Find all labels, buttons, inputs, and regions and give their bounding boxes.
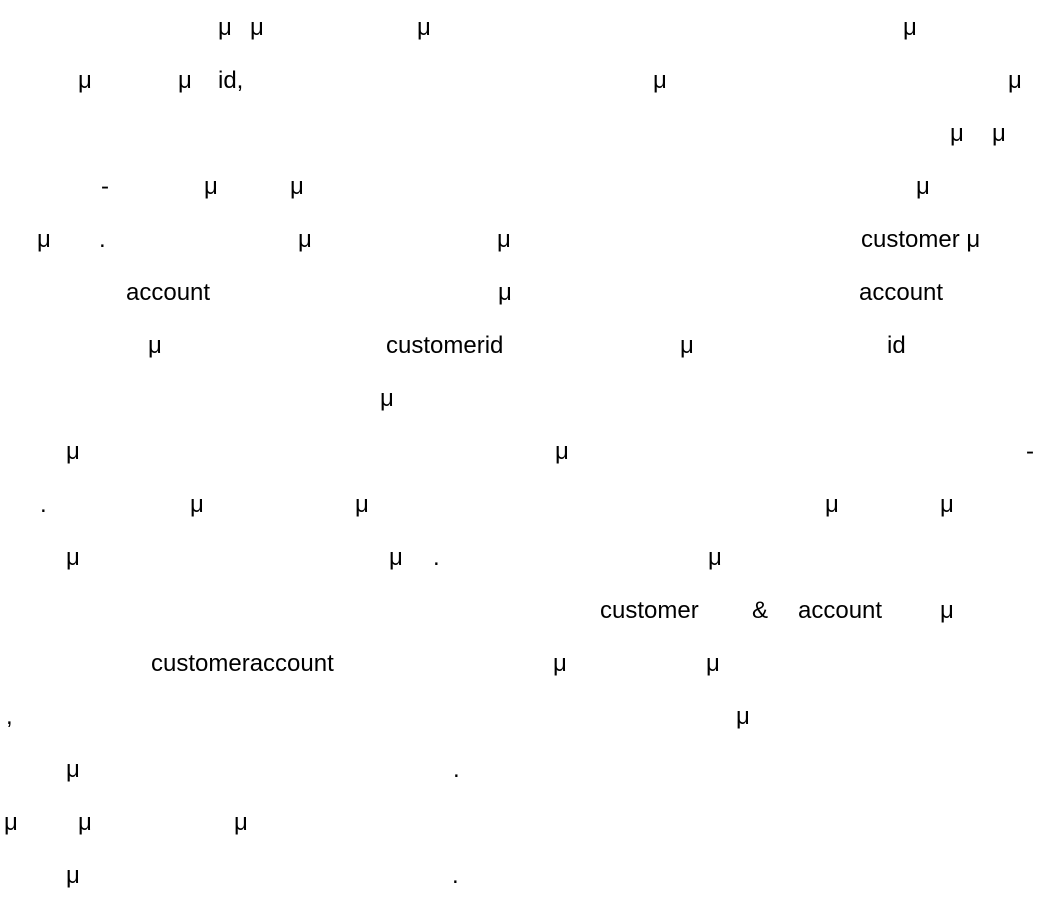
text-fragment: μ bbox=[497, 226, 511, 253]
text-fragment: μ bbox=[218, 14, 232, 41]
text-fragment: μ bbox=[66, 438, 80, 465]
text-fragment: - bbox=[1026, 438, 1034, 465]
text-fragment: μ bbox=[66, 756, 80, 783]
text-fragment: μ bbox=[389, 544, 403, 571]
text-fragment: id, bbox=[218, 67, 244, 94]
text-line: μ bbox=[0, 379, 1040, 419]
text-fragment: account bbox=[798, 597, 883, 624]
text-fragment: μ bbox=[178, 67, 192, 94]
text-fragment: account bbox=[859, 279, 944, 306]
text-fragment: μ bbox=[148, 332, 162, 359]
text-fragment: μ bbox=[290, 173, 304, 200]
text-line: μ customerid μ id bbox=[0, 326, 1040, 366]
text-fragment: μ bbox=[298, 226, 312, 253]
text-fragment: μ bbox=[498, 279, 512, 306]
text-line: - μ μ μ bbox=[0, 167, 1040, 207]
text-fragment: μ bbox=[680, 332, 694, 359]
text-line: μ μ μ μ bbox=[0, 8, 1040, 48]
text-fragment: μ bbox=[708, 544, 722, 571]
text-fragment: μ bbox=[204, 173, 218, 200]
text-line: customeraccount μ μ bbox=[0, 644, 1040, 684]
text-fragment: customerid bbox=[386, 332, 504, 359]
text-fragment: μ bbox=[4, 809, 18, 836]
text-fragment: & bbox=[752, 597, 769, 624]
text-line: μ μ μ bbox=[0, 803, 1040, 843]
text-fragment: μ bbox=[553, 650, 567, 677]
text-fragment: μ bbox=[706, 650, 720, 677]
text-line: , μ bbox=[0, 697, 1040, 737]
document-page: μ μ μ μ μ μ id, μ μ μ μ - μ μ μ μ . μ μ … bbox=[0, 0, 1040, 923]
text-fragment: , bbox=[6, 703, 13, 730]
text-line: μ μ bbox=[0, 114, 1040, 154]
text-fragment: . bbox=[452, 862, 459, 889]
text-fragment: account bbox=[126, 279, 211, 306]
text-fragment: μ bbox=[355, 491, 369, 518]
text-line: account μ account bbox=[0, 273, 1040, 313]
text-fragment: μ bbox=[190, 491, 204, 518]
text-fragment: . bbox=[99, 226, 106, 253]
text-line: . μ μ μ μ bbox=[0, 485, 1040, 525]
text-fragment: μ bbox=[78, 67, 92, 94]
text-fragment: μ bbox=[78, 809, 92, 836]
text-fragment: id bbox=[887, 332, 906, 359]
text-fragment: μ bbox=[417, 14, 431, 41]
text-fragment: μ bbox=[555, 438, 569, 465]
text-fragment: μ bbox=[950, 120, 964, 147]
text-fragment: μ bbox=[66, 544, 80, 571]
text-fragment: - bbox=[101, 173, 109, 200]
text-fragment: μ bbox=[234, 809, 248, 836]
text-fragment: . bbox=[433, 544, 440, 571]
text-fragment: μ bbox=[1008, 67, 1022, 94]
text-fragment: μ bbox=[250, 14, 264, 41]
text-fragment: customer μ bbox=[861, 226, 981, 253]
text-fragment: μ bbox=[736, 703, 750, 730]
text-line: μ μ - bbox=[0, 432, 1040, 472]
text-fragment: μ bbox=[940, 491, 954, 518]
text-fragment: customeraccount bbox=[151, 650, 334, 677]
text-fragment: μ bbox=[825, 491, 839, 518]
text-line: μ μ id, μ μ bbox=[0, 61, 1040, 101]
text-fragment: . bbox=[40, 491, 47, 518]
text-fragment: . bbox=[453, 756, 460, 783]
text-fragment: μ bbox=[992, 120, 1006, 147]
text-fragment: μ bbox=[37, 226, 51, 253]
text-fragment: μ bbox=[916, 173, 930, 200]
text-fragment: μ bbox=[66, 862, 80, 889]
text-fragment: μ bbox=[653, 67, 667, 94]
text-fragment: μ bbox=[940, 597, 954, 624]
text-fragment: customer bbox=[600, 597, 699, 624]
text-line: customer & account μ bbox=[0, 591, 1040, 631]
text-line: μ μ . μ bbox=[0, 538, 1040, 578]
text-line: μ . bbox=[0, 856, 1040, 896]
text-fragment: μ bbox=[903, 14, 917, 41]
text-line: μ . μ μ customer μ bbox=[0, 220, 1040, 260]
text-line: μ . bbox=[0, 750, 1040, 790]
text-fragment: μ bbox=[380, 385, 394, 412]
